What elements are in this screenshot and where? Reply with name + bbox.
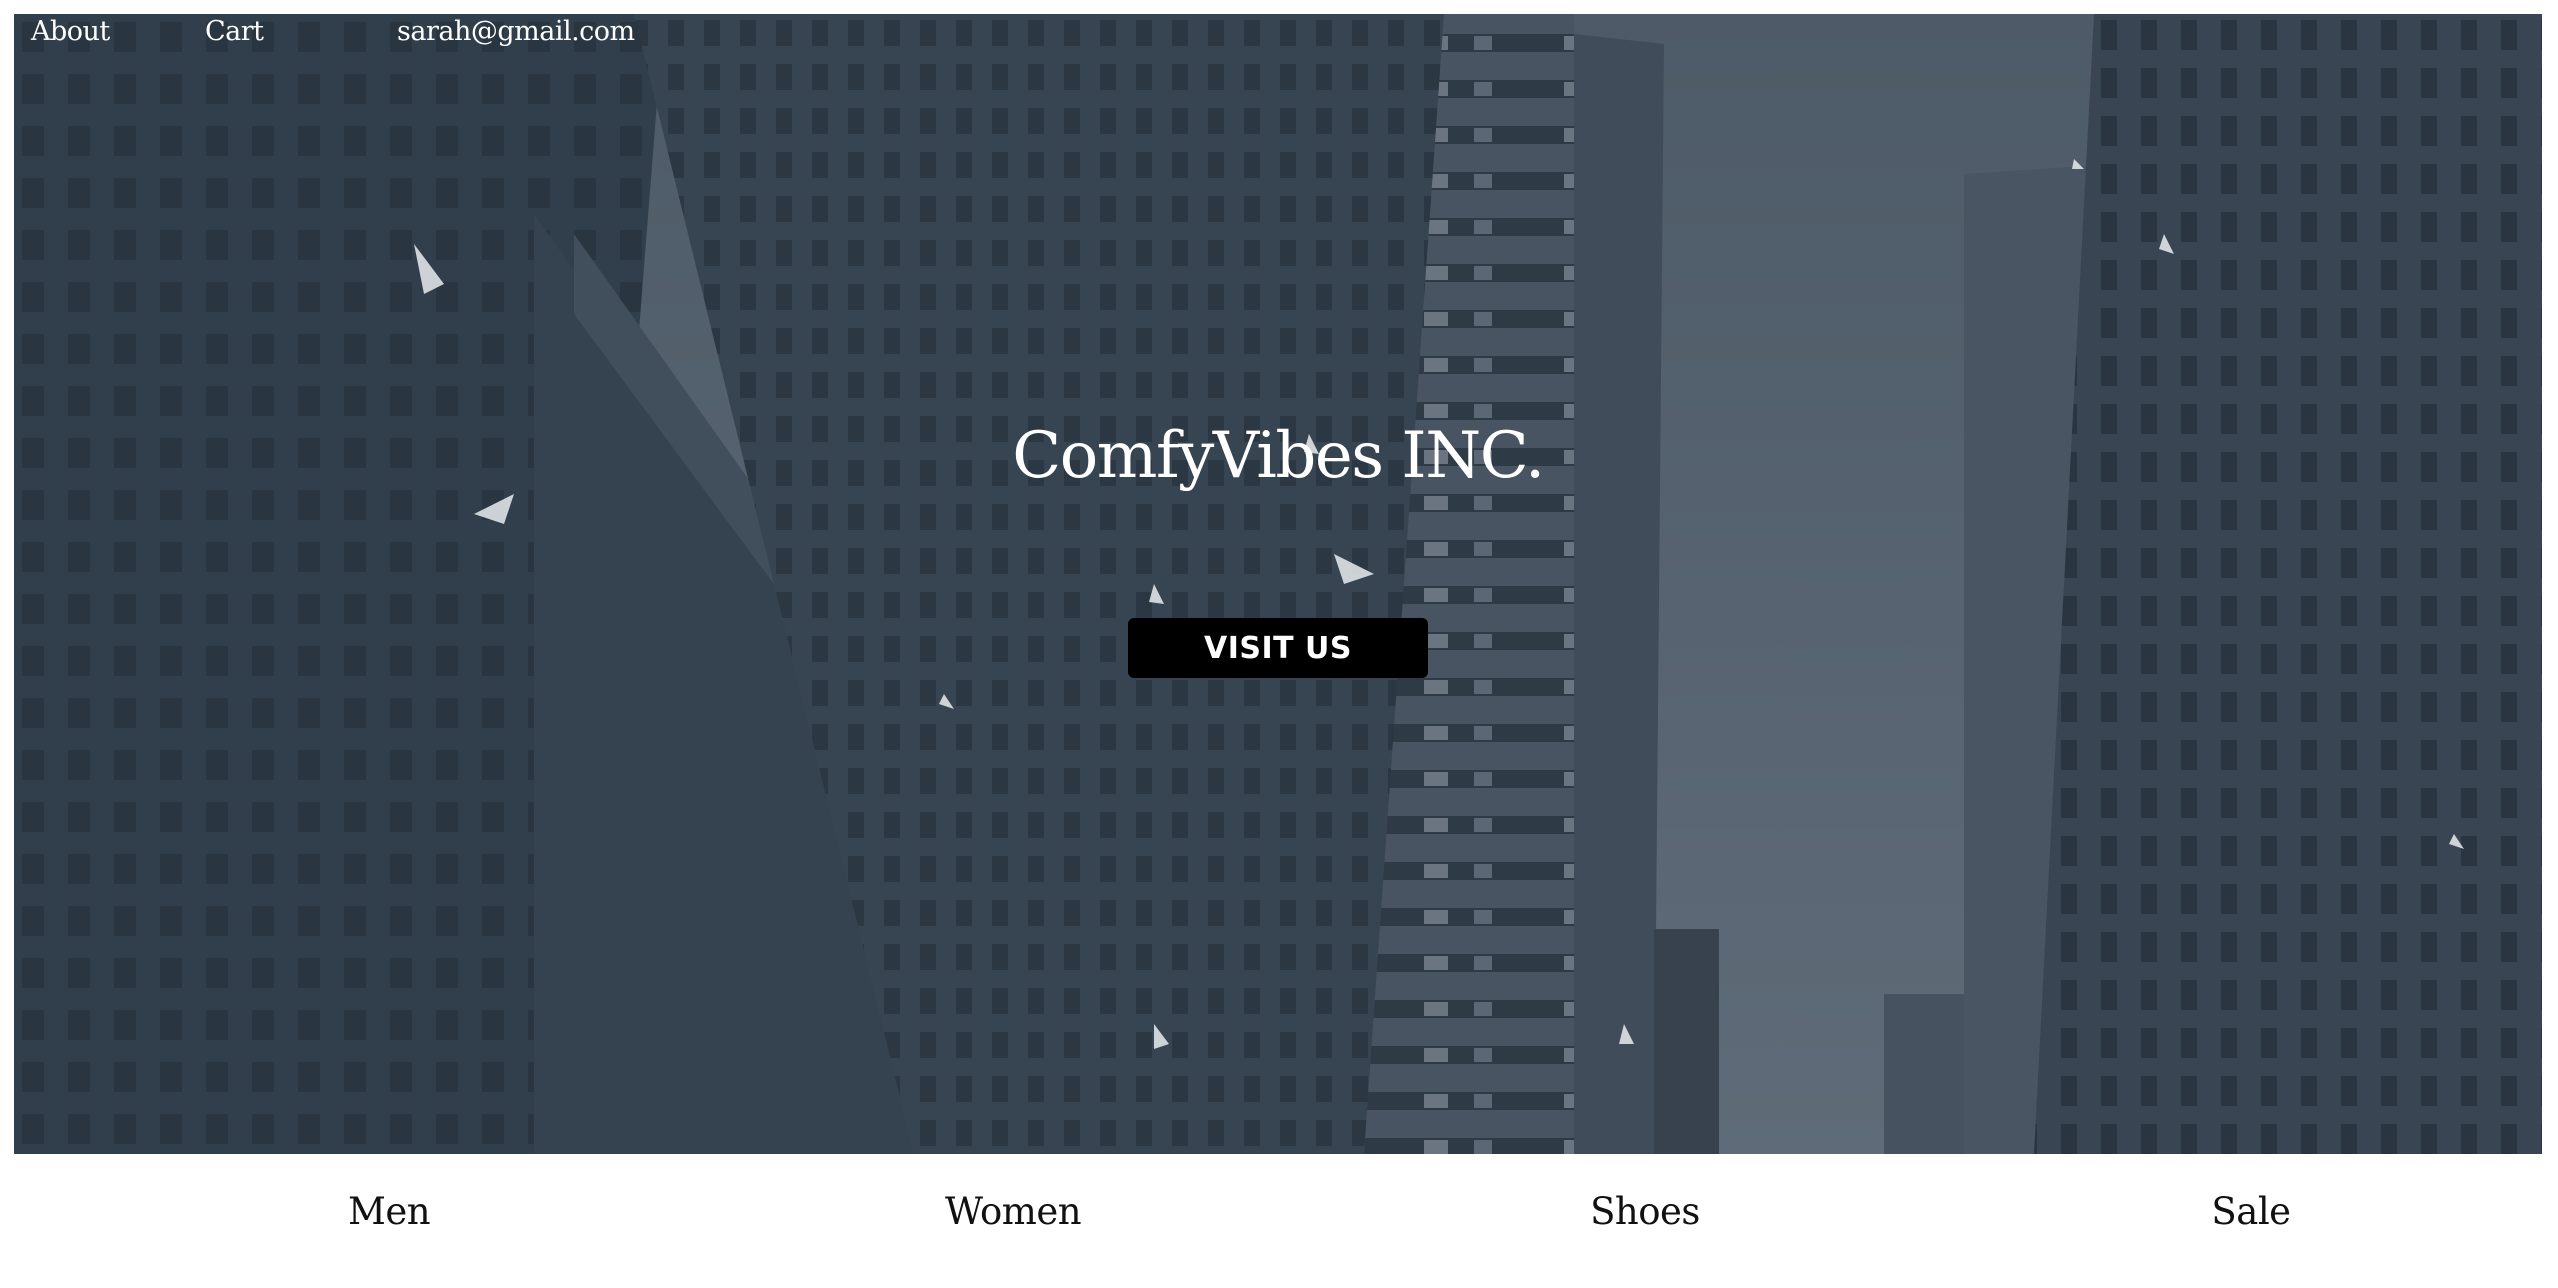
- category-bar: Men Women Shoes Sale: [0, 1154, 2558, 1288]
- category-sale-link[interactable]: Sale: [2211, 1190, 2291, 1233]
- nav-cart-link[interactable]: Cart: [205, 16, 264, 47]
- hero-title: ComfyVibes INC.: [1012, 419, 1545, 493]
- nav-email-link[interactable]: sarah@gmail.com: [397, 16, 635, 47]
- city-background-image: [14, 14, 2542, 1154]
- nav-about-link[interactable]: About: [31, 16, 110, 47]
- hero-banner: About Cart sarah@gmail.com ComfyVibes IN…: [14, 14, 2542, 1154]
- category-men-link[interactable]: Men: [348, 1190, 431, 1233]
- visit-us-button[interactable]: VISIT US: [1128, 618, 1428, 678]
- category-women-link[interactable]: Women: [945, 1190, 1082, 1233]
- category-shoes-link[interactable]: Shoes: [1590, 1190, 1700, 1233]
